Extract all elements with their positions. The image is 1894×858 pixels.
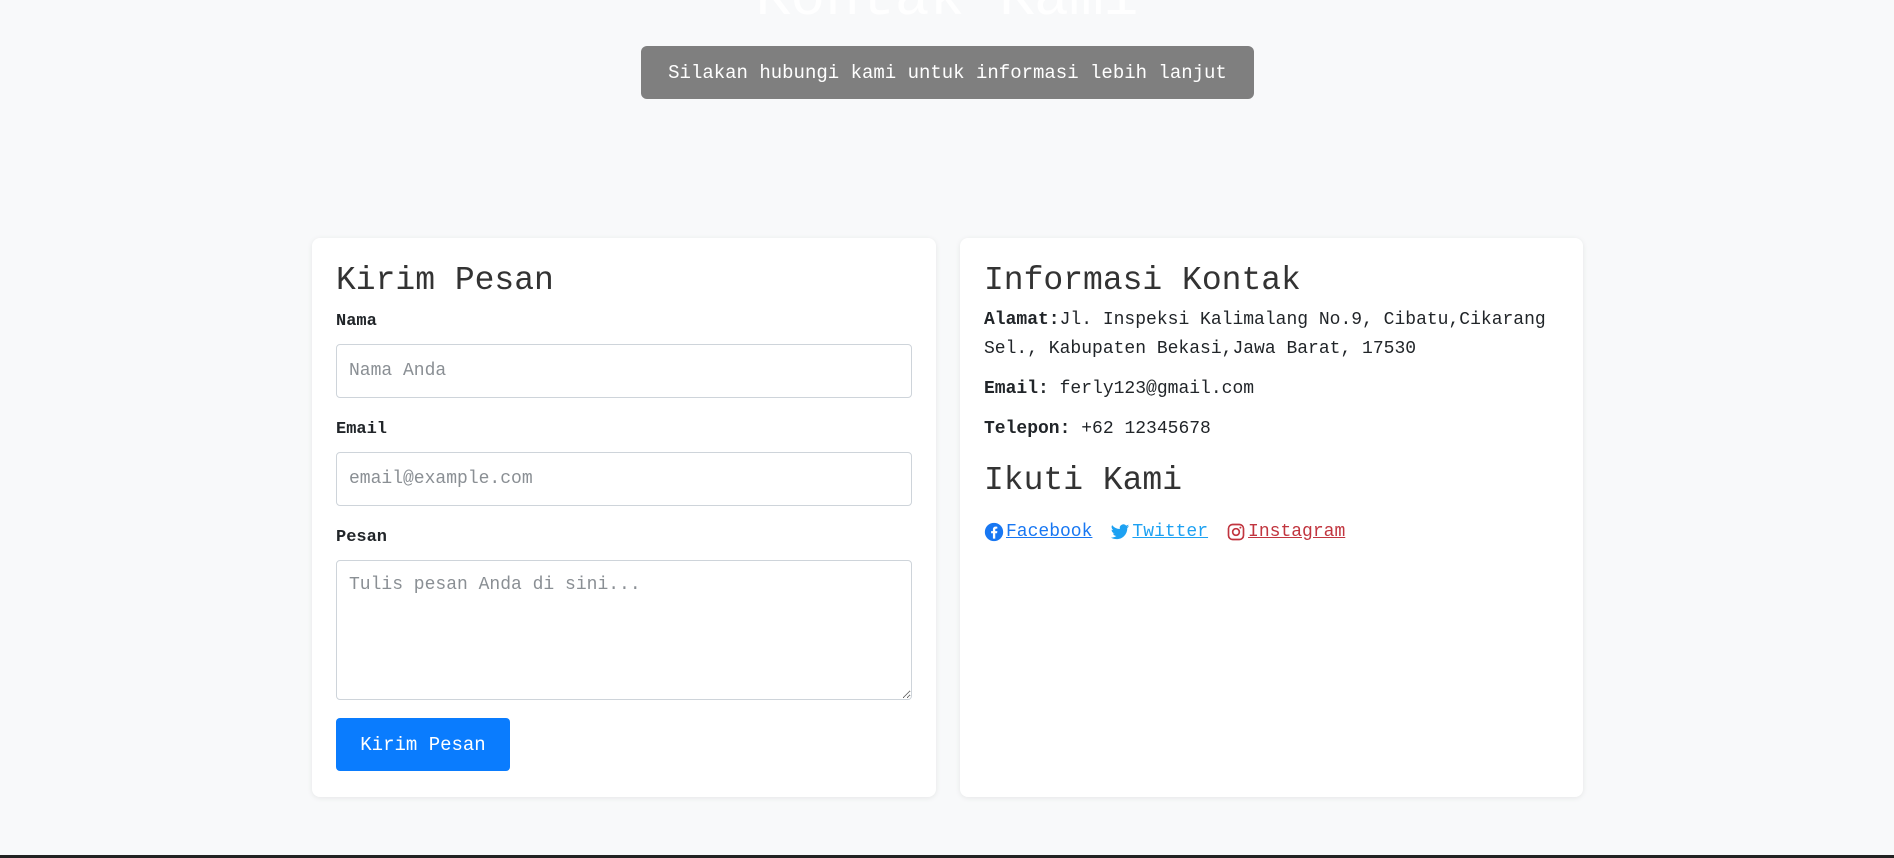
- follow-heading: Ikuti Kami: [984, 462, 1183, 499]
- info-heading: Informasi Kontak: [984, 262, 1301, 299]
- instagram-label: Instagram: [1248, 522, 1346, 542]
- contact-info-card: Informasi Kontak Alamat:Jl. Inspeksi Kal…: [960, 238, 1583, 797]
- instagram-icon: [1227, 523, 1245, 541]
- facebook-label: Facebook: [1006, 522, 1093, 542]
- form-heading: Kirim Pesan: [336, 262, 554, 299]
- social-links: Facebook Twitter Instagram: [984, 522, 1559, 542]
- message-textarea[interactable]: [336, 560, 912, 700]
- name-label: Nama: [336, 312, 377, 331]
- phone-value: +62 12345678: [1081, 419, 1211, 439]
- email-value: ferly123@gmail.com: [1059, 379, 1255, 399]
- hero-subtitle: Silakan hubungi kami untuk informasi leb…: [641, 46, 1254, 99]
- address-label: Alamat:: [984, 310, 1060, 330]
- submit-button[interactable]: Kirim Pesan: [336, 718, 510, 771]
- facebook-link[interactable]: Facebook: [984, 522, 1092, 542]
- address-row: Alamat:Jl. Inspeksi Kalimalang No.9, Cib…: [984, 306, 1559, 364]
- email-label: Email: [336, 420, 388, 439]
- message-label: Pesan: [336, 528, 388, 547]
- facebook-icon: [984, 522, 1004, 542]
- name-input[interactable]: [336, 344, 912, 398]
- email-input[interactable]: [336, 452, 912, 506]
- twitter-icon: [1111, 524, 1130, 540]
- instagram-link[interactable]: Instagram: [1226, 522, 1345, 542]
- email-row: Email: ferly123@gmail.com: [984, 375, 1559, 404]
- phone-label: Telepon:: [984, 419, 1071, 439]
- contact-form-card: Kirim Pesan Nama Email Pesan Kirim Pesan: [312, 238, 936, 797]
- hero-section: Kontak Kami Silakan hubungi kami untuk i…: [0, 0, 1894, 120]
- address-value: Jl. Inspeksi Kalimalang No.9, Cibatu,Cik…: [984, 310, 1546, 359]
- phone-row: Telepon: +62 12345678: [984, 415, 1559, 444]
- twitter-label: Twitter: [1132, 522, 1209, 542]
- email-info-label: Email:: [984, 379, 1049, 399]
- page-title: Kontak Kami: [0, 0, 1894, 30]
- twitter-link[interactable]: Twitter: [1110, 522, 1208, 542]
